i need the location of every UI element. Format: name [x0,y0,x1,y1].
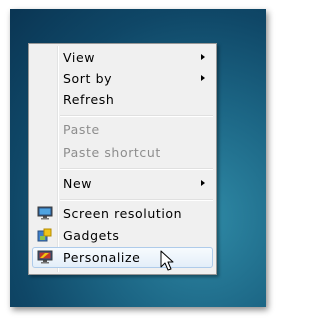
menu-item-label: Personalize [63,250,141,265]
personalize-monitor-icon [37,250,53,264]
submenu-arrow-icon [201,180,205,186]
menu-item-label: View [63,50,96,65]
mouse-pointer-icon [160,250,174,271]
menu-item-label: Refresh [63,92,115,107]
menu-item-label: Paste shortcut [63,145,161,160]
menu-item-label: Screen resolution [63,206,183,221]
menu-separator [60,199,213,201]
menu-item-paste[interactable]: Paste [32,119,213,140]
menu-item-view[interactable]: View [32,47,213,68]
menu-separator [60,115,213,117]
menu-item-gadgets[interactable]: Gadgets [32,225,213,246]
menu-item-screen-resolution[interactable]: Screen resolution [32,203,213,224]
submenu-arrow-icon [201,75,205,81]
menu-item-label: Sort by [63,71,113,86]
menu-item-personalize[interactable]: Personalize [32,247,213,268]
submenu-arrow-icon [201,54,205,60]
menu-item-label: New [63,176,93,191]
menu-item-label: Paste [63,122,100,137]
menu-item-new[interactable]: New [32,173,213,194]
menu-item-sort-by[interactable]: Sort by [32,68,213,89]
menu-item-refresh[interactable]: Refresh [32,89,213,110]
desktop-context-menu: View Sort by Refresh Paste Paste shortcu… [28,43,217,275]
menu-separator [60,168,213,170]
menu-item-paste-shortcut[interactable]: Paste shortcut [32,142,213,163]
gadgets-icon [37,228,52,242]
menu-item-label: Gadgets [63,228,120,243]
monitor-icon [37,206,53,220]
